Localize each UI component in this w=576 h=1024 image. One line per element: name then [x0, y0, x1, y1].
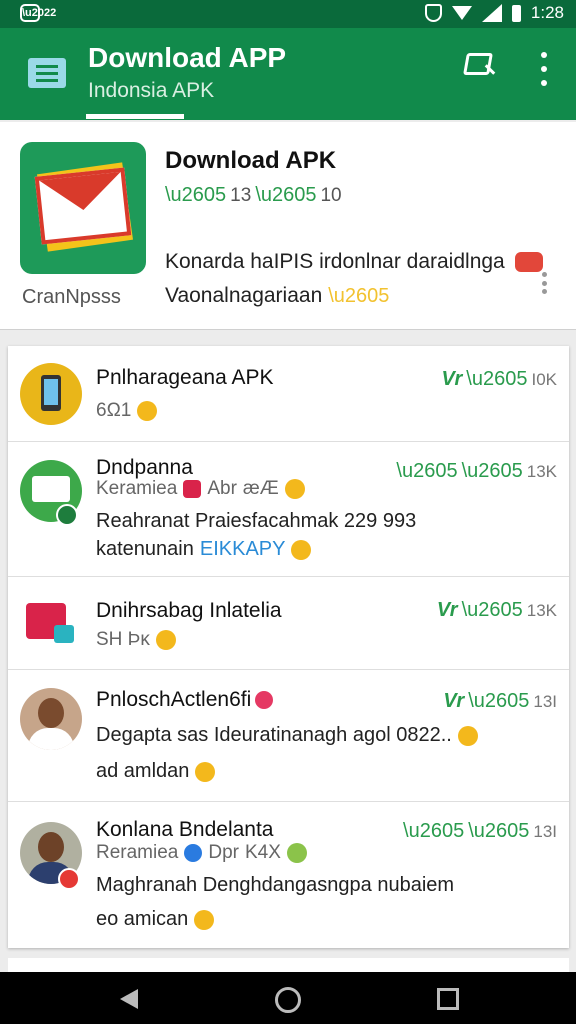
emoji-icon	[284, 479, 305, 499]
item-link[interactable]: EIKKAPY	[200, 538, 286, 561]
featured-description-2: Vaonalnagariaan \u2605	[165, 284, 390, 307]
message-app-icon	[20, 595, 82, 657]
app-subtitle: Indonsia APK	[88, 79, 215, 102]
item-description: Maghranah Denghdangasngpa nubaiem	[96, 874, 455, 896]
badge-icon	[56, 504, 78, 526]
star-icon: \u2605	[461, 599, 523, 621]
emoji-icon	[194, 909, 215, 930]
star-icon: \u2605	[466, 368, 528, 390]
emoji-icon	[286, 843, 307, 863]
item-description-2: ad amldan	[96, 760, 216, 783]
active-tab-indicator	[86, 114, 184, 119]
overflow-menu-icon[interactable]	[538, 52, 550, 86]
signal-icon	[481, 4, 502, 22]
emoji-icon	[195, 761, 216, 782]
list-item[interactable]: Pnlharageana APK 6Ω1 Vr \u2605 I0K	[8, 346, 569, 442]
item-meta: 6Ω1	[96, 400, 158, 422]
item-title: Dndpanna	[96, 456, 193, 479]
star-icon: \u2605	[468, 820, 530, 842]
emoji-icon	[457, 725, 478, 746]
star-icon: \u2605	[403, 820, 465, 842]
badge-icon	[58, 868, 80, 890]
star-icon: \u2605	[461, 460, 523, 482]
status-bar: \u2022 1:28	[0, 0, 576, 28]
heart-icon	[255, 691, 274, 709]
item-rating: \u2605 \u2605 13I	[403, 820, 557, 842]
item-rating: \u2605 \u2605 13K	[396, 460, 557, 482]
emoji-icon	[137, 401, 158, 421]
badge-icon	[184, 844, 203, 862]
item-rating: Vr \u2605 I0K	[441, 368, 557, 390]
avatar	[20, 688, 82, 750]
item-description-2: katenunain EIKKAPY	[96, 538, 312, 561]
wifi-icon	[451, 6, 472, 20]
list-item[interactable]: PnloschActlen6fi Degapta sas Ideuratinan…	[8, 670, 569, 802]
recents-icon[interactable]	[437, 988, 459, 1010]
item-description-2: eo amican	[96, 908, 215, 931]
item-title: PnloschActlen6fi	[96, 688, 274, 712]
star-icon: \u2605	[328, 284, 390, 307]
app-list: Pnlharageana APK 6Ω1 Vr \u2605 I0K Dndpa…	[8, 346, 569, 948]
item-meta: SH Þĸ	[96, 629, 176, 651]
star-icon: \u2605	[255, 184, 317, 206]
featured-description: Konarda haIPIS irdonlnar daraidlnga	[165, 250, 543, 274]
app-menu-icon[interactable]	[28, 58, 66, 88]
navigation-bar	[0, 972, 576, 1024]
star-icon: \u2605	[396, 460, 458, 482]
item-title: Konlana Bndelanta	[96, 818, 274, 841]
badge-icon	[183, 480, 202, 498]
card-more-icon[interactable]	[540, 272, 548, 294]
notification-icon: \u2022	[20, 4, 56, 22]
item-description: Reahranat Praiesfacahmak 229 993	[96, 510, 417, 532]
badge-icon	[514, 252, 543, 273]
item-description: Degapta sas Ideuratinanagh agol 0822..	[96, 724, 478, 747]
search-icon[interactable]	[462, 50, 498, 86]
emoji-icon	[291, 539, 312, 560]
featured-title: Download APK	[165, 147, 337, 174]
home-icon[interactable]	[275, 987, 301, 1013]
item-rating: Vr \u2605 13I	[443, 690, 557, 712]
featured-app-icon	[20, 142, 146, 274]
item-title: Pnlharageana APK	[96, 366, 274, 389]
item-meta: Keramiea Abr æÆ	[96, 478, 305, 500]
featured-rating: \u2605 13 \u2605 10	[165, 184, 342, 206]
battery-icon	[511, 4, 521, 22]
list-item[interactable]: Dndpanna Keramiea Abr æÆ Reahranat Praie…	[8, 442, 569, 577]
featured-caption: CranNpsss	[22, 286, 121, 308]
status-icons: 1:28	[424, 3, 564, 23]
next-card-peek	[8, 958, 569, 972]
list-item[interactable]: Dnihrsabag Inlatelia SH Þĸ Vr \u2605 13K	[8, 577, 569, 670]
status-time: 1:28	[530, 3, 564, 22]
star-icon: \u2605	[165, 184, 227, 206]
list-item[interactable]: Konlana Bndelanta Reramiea Dpr K4X Maghr…	[8, 802, 569, 948]
star-icon: \u2605	[468, 690, 530, 712]
emoji-icon	[155, 630, 176, 650]
item-meta: Reramiea Dpr K4X	[96, 842, 307, 864]
vpn-shield-icon	[424, 4, 442, 22]
item-title: Dnihrsabag Inlatelia	[96, 599, 282, 622]
app-title: Download APP	[88, 42, 287, 73]
phone-app-icon	[20, 363, 82, 425]
app-bar: Download APP Indonsia APK	[0, 28, 576, 120]
back-icon[interactable]	[120, 989, 138, 1009]
item-rating: Vr \u2605 13K	[436, 599, 557, 621]
